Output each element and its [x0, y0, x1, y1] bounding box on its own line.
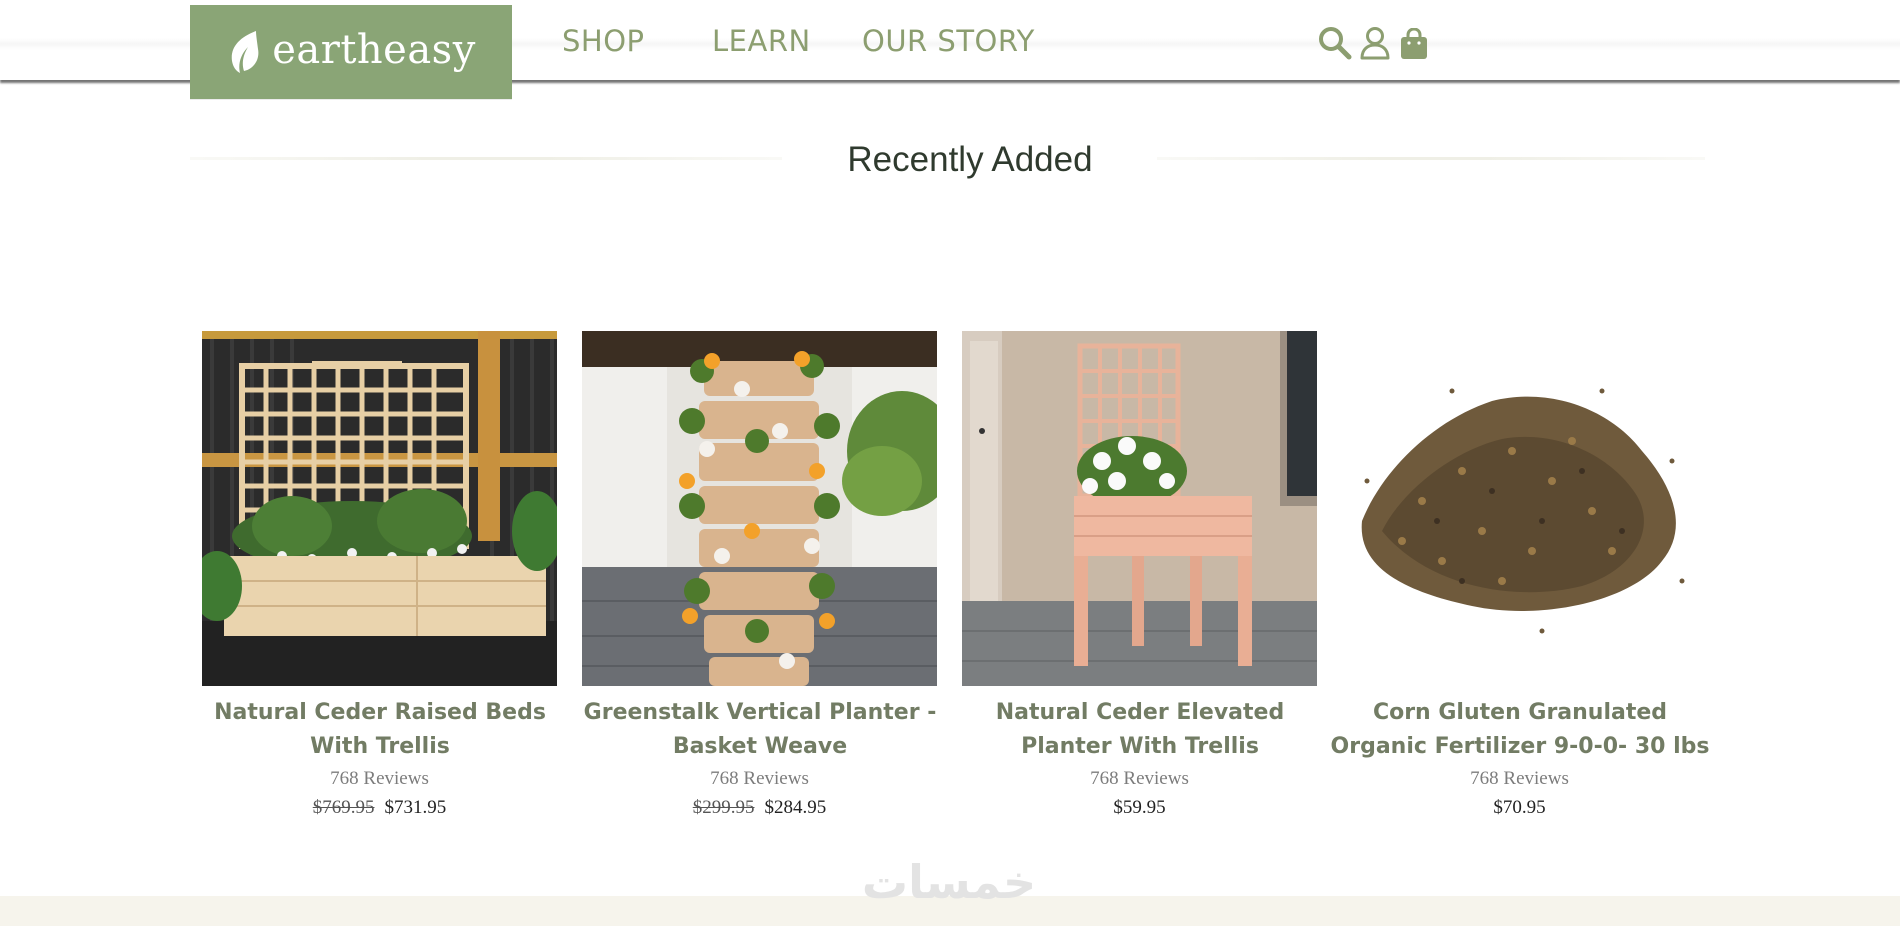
svg-text:خمسات: خمسات — [862, 856, 1036, 908]
product-name[interactable]: Natural Ceder Raised Beds With Trellis — [190, 696, 570, 764]
watermark-logo: خمسات — [862, 856, 1036, 908]
nav-our-story[interactable]: OUR STORY — [862, 24, 1035, 58]
product-image[interactable] — [1342, 331, 1697, 686]
section-title: Recently Added — [847, 140, 1093, 179]
sale-price: $284.95 — [764, 797, 827, 818]
search-icon[interactable] — [1318, 26, 1352, 65]
title-divider-right — [1157, 157, 1705, 160]
product-price: $70.95 — [1342, 793, 1697, 823]
product-name[interactable]: Greenstalk Vertical Planter - Basket Wea… — [570, 696, 950, 764]
product-reviews[interactable]: 768 Reviews — [1342, 765, 1697, 793]
product-price: $59.95 — [962, 793, 1317, 823]
product-card: Natural Ceder Raised Beds With Trellis 7… — [202, 331, 557, 823]
sale-price: $731.95 — [384, 797, 447, 818]
nav-shop[interactable]: SHOP — [562, 24, 645, 58]
sale-price: $70.95 — [1493, 797, 1546, 818]
original-price: $769.95 — [312, 797, 375, 818]
product-name[interactable]: Natural Ceder Elevated Planter With Trel… — [950, 696, 1330, 764]
product-image[interactable] — [582, 331, 937, 686]
nav-learn[interactable]: LEARN — [712, 24, 811, 58]
product-reviews[interactable]: 768 Reviews — [582, 765, 937, 793]
title-divider-left — [190, 157, 782, 160]
product-card: Corn Gluten Granulated Organic Fertilize… — [1331, 331, 1709, 823]
product-card: Natural Ceder Elevated Planter With Trel… — [962, 331, 1317, 823]
product-price: $299.95 $284.95 — [582, 793, 937, 823]
product-image[interactable] — [962, 331, 1317, 686]
product-image[interactable] — [202, 331, 557, 686]
product-name[interactable]: Corn Gluten Granulated Organic Fertilize… — [1330, 696, 1710, 764]
original-price: $299.95 — [692, 797, 755, 818]
shopping-bag-icon[interactable] — [1399, 27, 1429, 65]
product-reviews[interactable]: 768 Reviews — [202, 765, 557, 793]
main-nav: SHOP LEARN OUR STORY — [0, 24, 1900, 60]
product-card: Greenstalk Vertical Planter - Basket Wea… — [582, 331, 937, 823]
product-price: $769.95 $731.95 — [202, 793, 557, 823]
sale-price: $59.95 — [1113, 797, 1166, 818]
product-reviews[interactable]: 768 Reviews — [962, 765, 1317, 793]
account-icon[interactable] — [1360, 26, 1390, 65]
